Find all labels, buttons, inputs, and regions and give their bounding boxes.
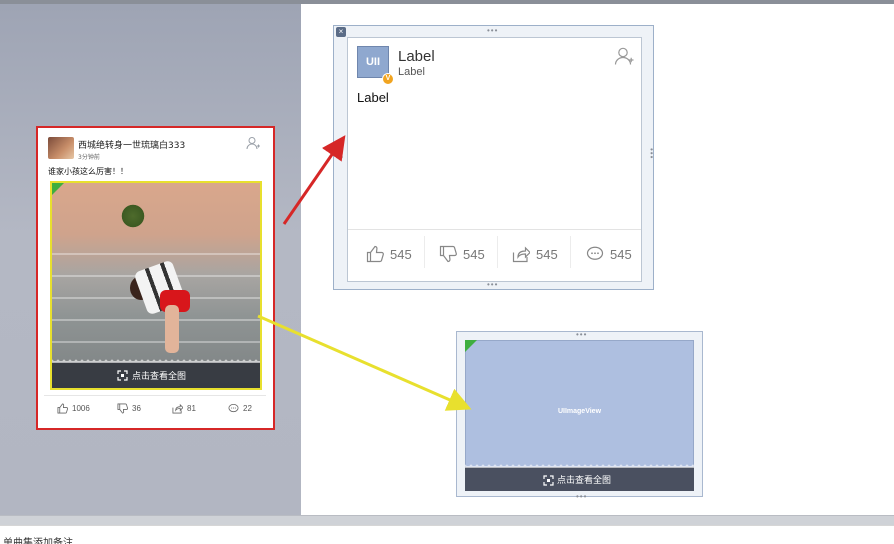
add-friend-icon[interactable] [246,136,260,150]
dislike-count: 545 [463,246,485,262]
preview-fullscreen-label: 点击查看全图 [132,372,187,382]
preview-like-count: 1006 [72,404,90,413]
footer-separator [570,236,571,268]
comment-icon [228,403,239,413]
footer-separator [424,236,425,268]
close-icon[interactable]: × [336,27,346,37]
preview-comment-count: 22 [243,404,252,413]
resize-handle-right[interactable]: ••• [647,148,656,159]
dislike-icon [439,245,457,263]
name-label[interactable]: Label [398,48,435,65]
like-icon [366,245,384,263]
resize-handle-left[interactable]: ••• [337,148,346,159]
like-count: 545 [390,246,412,262]
content-label[interactable]: Label [357,90,389,105]
share-icon [172,403,183,414]
image-plant [120,203,146,229]
preview-dislike-button[interactable]: 36 [117,403,141,414]
like-icon [57,403,68,414]
preview-share-button[interactable]: 81 [172,403,196,414]
resize-handle-bottom[interactable]: ••• [576,492,587,501]
fullscreen-label: 点击查看全图 [557,476,612,486]
footer-divider [348,229,641,230]
uiimageview-placeholder[interactable] [465,340,694,468]
footer-separator [497,236,498,268]
resize-handle-bottom[interactable]: ••• [487,280,498,289]
gif-corner-badge [465,340,477,352]
preview-like-button[interactable]: 1006 [57,403,90,414]
dislike-button[interactable]: 545 [439,245,485,263]
uiimageview-label: UIImageView [557,408,602,415]
share-icon [512,246,530,263]
resize-handle-top[interactable]: ••• [576,330,587,339]
image-child-leg [165,305,179,353]
canvas-bottom-bar [0,515,894,525]
preview-timestamp: 3分钟前 [78,154,100,161]
fullscreen-icon [543,473,554,486]
wave-edge [465,464,694,468]
add-friend-icon[interactable] [614,46,634,66]
preview-divider [44,395,266,396]
share-count: 545 [536,246,558,262]
verified-badge: V [382,73,394,85]
preview-username[interactable]: 西城绝转身一世琉璃白333 [78,138,185,151]
preview-share-count: 81 [187,404,196,413]
preview-avatar[interactable] [48,137,74,159]
preview-wave-edge [52,359,260,363]
comment-count: 545 [610,246,632,262]
preview-comment-button[interactable]: 22 [228,403,252,414]
fullscreen-icon [117,368,128,381]
comment-button[interactable]: 545 [586,245,632,263]
time-label[interactable]: Label [398,66,425,78]
dislike-icon [117,403,128,414]
resize-handle-top[interactable]: ••• [487,26,498,35]
like-button[interactable]: 545 [366,245,412,263]
share-button[interactable]: 545 [512,245,558,263]
status-bar-text: 单曲集添加备注 [3,538,73,544]
preview-dislike-count: 36 [132,404,141,413]
status-bar [0,525,894,544]
comment-icon [586,246,604,260]
preview-post-text: 谁家小孩这么厉害！！ [48,167,128,176]
